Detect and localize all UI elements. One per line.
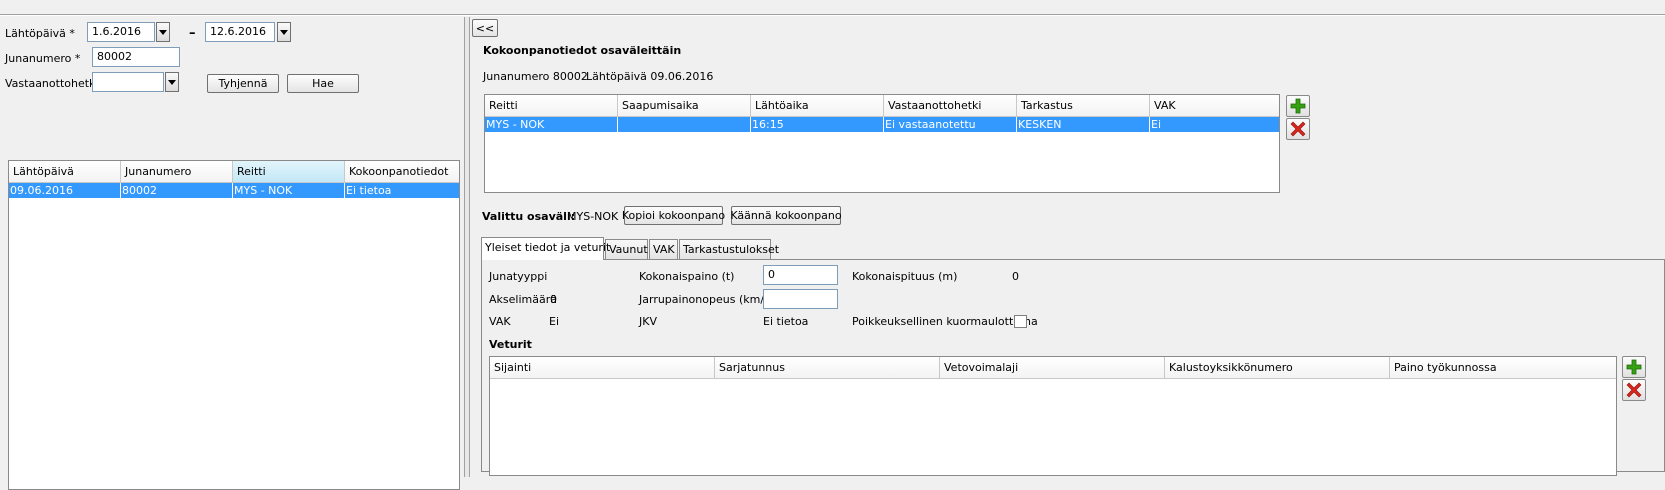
chevron-down-icon — [159, 29, 167, 35]
date-range-separator: – — [189, 26, 196, 41]
top-divider — [0, 14, 1665, 16]
tab-vak[interactable]: VAK — [649, 239, 678, 260]
chevron-down-icon — [168, 79, 176, 85]
cell-reitti: MYS - NOK — [233, 183, 345, 198]
jkv-label: JKV — [639, 315, 657, 328]
kokonaispaino-label: Kokonaispaino (t) — [639, 270, 735, 283]
kokonaispituus-label: Kokonaispituus (m) — [852, 270, 958, 283]
selected-segment-value: MYS-NOK — [567, 210, 619, 223]
search-panel: Lähtöpäivä * 1.6.2016 – 12.6.2016 Junanu… — [0, 17, 464, 490]
reverse-composition-button[interactable]: Käännä kokoonpano — [730, 206, 842, 225]
tab-tarkastustulokset[interactable]: Tarkastustulokset — [679, 239, 779, 260]
junatyyppi-label: Junatyyppi — [489, 270, 548, 283]
locomotives-table: Sijainti Sarjatunnus Vetovoimalaji Kalus… — [489, 356, 1617, 476]
lahtopaiva-label: Lähtöpäivä * — [5, 27, 75, 40]
results-table-header: Lähtöpäivä Junanumero Reitti Kokoonpanot… — [9, 161, 459, 183]
column-header-paino-tyokunnossa[interactable]: Paino työkunnossa — [1390, 357, 1616, 378]
plus-icon — [1626, 359, 1642, 375]
add-locomotive-button[interactable] — [1622, 356, 1646, 378]
jarrupainonopeus-label: Jarrupainonopeus (km/h) — [639, 293, 776, 306]
locomotives-table-header: Sijainti Sarjatunnus Vetovoimalaji Kalus… — [490, 357, 1616, 379]
column-header-kokoonpanotiedot[interactable]: Kokoonpanotiedot — [345, 161, 459, 182]
table-row[interactable]: 09.06.2016 80002 MYS - NOK Ei tietoa — [9, 183, 459, 198]
date-to-input[interactable]: 12.6.2016 — [205, 22, 275, 42]
vak-label: VAK — [489, 315, 511, 328]
tab-general[interactable]: Yleiset tiedot ja veturit — [481, 237, 610, 260]
junanumero-input[interactable]: 80002 — [92, 47, 180, 67]
date-from-dropdown-button[interactable] — [156, 22, 170, 42]
close-icon — [1626, 382, 1642, 398]
jarrupainonopeus-input[interactable] — [763, 289, 838, 309]
column-header-kalustoyksikkonumero[interactable]: Kalustoyksikkönumero — [1165, 357, 1390, 378]
column-header-lahtoaika[interactable]: Lähtöaika — [751, 95, 884, 116]
date-to-dropdown-button[interactable] — [277, 22, 291, 42]
search-button[interactable]: Hae — [287, 74, 359, 93]
remove-locomotive-button[interactable] — [1622, 379, 1646, 401]
column-header-vastaanottohetki[interactable]: Vastaanottohetki — [884, 95, 1017, 116]
vastaanottohetki-label: Vastaanottohetki — [5, 77, 99, 90]
vak-value: Ei — [549, 315, 560, 328]
table-row[interactable]: MYS - NOK 16:15 Ei vastaanotettu KESKEN … — [485, 117, 1279, 132]
akselimaara-value: 0 — [550, 293, 557, 306]
cell-kokoonpanotiedot: Ei tietoa — [346, 184, 392, 197]
cell-tarkastus: KESKEN — [1017, 117, 1150, 132]
column-header-vak[interactable]: VAK — [1150, 95, 1279, 116]
segments-table: Reitti Saapumisaika Lähtöaika Vastaanott… — [484, 94, 1280, 193]
clear-button[interactable]: Tyhjennä — [207, 74, 279, 93]
results-table: Lähtöpäivä Junanumero Reitti Kokoonpanot… — [8, 160, 460, 490]
poikkeuksellinen-label: Poikkeuksellinen kuormaulottuma — [852, 315, 1038, 328]
train-number-text: Junanumero 80002 — [483, 70, 588, 83]
junanumero-label: Junanumero * — [5, 52, 81, 65]
add-segment-button[interactable] — [1286, 95, 1310, 117]
segments-table-header: Reitti Saapumisaika Lähtöaika Vastaanott… — [485, 95, 1279, 117]
kokonaispaino-input[interactable]: 0 — [763, 265, 838, 285]
panel-splitter[interactable] — [464, 17, 470, 477]
column-header-sijainti[interactable]: Sijainti — [490, 357, 715, 378]
date-from-input[interactable]: 1.6.2016 — [87, 22, 155, 42]
collapse-panel-button[interactable]: << — [472, 19, 498, 37]
column-header-saapumisaika[interactable]: Saapumisaika — [618, 95, 751, 116]
section-title: Kokoonpanotiedot osaväleittäin — [483, 44, 682, 57]
poikkeuksellinen-checkbox[interactable] — [1014, 315, 1027, 328]
column-header-sarjatunnus[interactable]: Sarjatunnus — [715, 357, 940, 378]
column-header-reitti[interactable]: Reitti — [485, 95, 618, 116]
column-header-vetovoimalaji[interactable]: Vetovoimalaji — [940, 357, 1165, 378]
column-header-reitti[interactable]: Reitti — [233, 161, 345, 182]
cell-lahtopaiva: 09.06.2016 — [9, 183, 121, 198]
selected-segment-label: Valittu osaväli: — [482, 210, 576, 223]
cell-lahtoaika: 16:15 — [751, 117, 884, 132]
cell-vastaanottohetki: Ei vastaanotettu — [884, 117, 1017, 132]
cell-reitti: MYS - NOK — [485, 117, 618, 132]
column-header-tarkastus[interactable]: Tarkastus — [1017, 95, 1150, 116]
tab-vaunut[interactable]: Vaunut — [605, 239, 648, 260]
close-icon — [1290, 121, 1306, 137]
cell-saapumisaika — [618, 117, 751, 132]
kokonaispituus-value: 0 — [1012, 270, 1019, 283]
akselimaara-label: Akselimäärä — [489, 293, 557, 306]
column-header-lahtopaiva[interactable]: Lähtöpäivä — [9, 161, 121, 182]
plus-icon — [1290, 98, 1306, 114]
vastaanottohetki-dropdown-button[interactable] — [165, 72, 179, 92]
jkv-value: Ei tietoa — [763, 315, 809, 328]
veturit-title: Veturit — [489, 338, 532, 351]
general-tab-panel: Junatyyppi Kokonaispaino (t) 0 Kokonaisp… — [481, 259, 1665, 476]
cell-vak: Ei — [1151, 118, 1162, 131]
vastaanottohetki-select[interactable] — [92, 72, 164, 92]
chevron-down-icon — [280, 29, 288, 35]
column-header-junanumero[interactable]: Junanumero — [121, 161, 233, 182]
cell-junanumero: 80002 — [121, 183, 233, 198]
remove-segment-button[interactable] — [1286, 118, 1310, 140]
copy-composition-button[interactable]: Kopioi kokoonpano — [622, 206, 725, 225]
departure-date-text: Lähtöpäivä 09.06.2016 — [586, 70, 714, 83]
